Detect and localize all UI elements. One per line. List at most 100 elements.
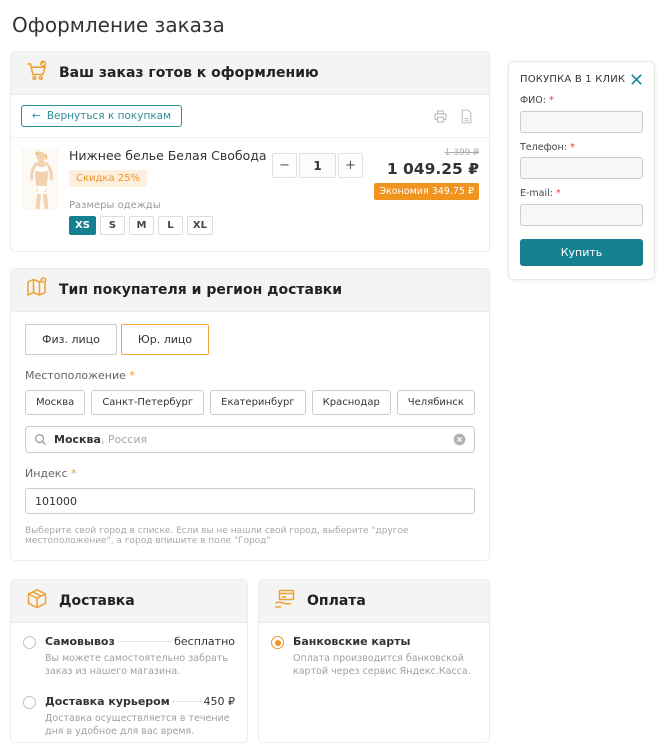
location-label-text: Местоположение (25, 369, 126, 382)
payment-card: Оплата Банковские карты Оплата производи… (258, 579, 490, 743)
document-actions (432, 108, 475, 125)
parcel-box-icon (25, 587, 49, 615)
product-info: Нижнее белье Белая Свобода Скидка 25% Ра… (69, 148, 272, 235)
dotted-leader (173, 701, 201, 702)
delivery-card: Доставка Самовывоз бесплатно Вы можете с… (10, 579, 248, 743)
delivery-option-courier: Доставка курьером 450 ₽ Доставка осущест… (11, 683, 247, 743)
courier-label[interactable]: Доставка курьером (45, 695, 170, 708)
product-image[interactable] (21, 148, 59, 235)
print-icon[interactable] (432, 108, 449, 125)
discount-badge: Скидка 25% (69, 170, 147, 187)
delivery-option-pickup: Самовывоз бесплатно Вы можете самостояте… (11, 623, 247, 683)
email-required-mark: * (556, 188, 561, 199)
search-country-value: , Россия (101, 433, 147, 446)
order-card-title: Ваш заказ готов к оформлению (59, 65, 319, 81)
tab-individual[interactable]: Физ. лицо (25, 324, 117, 355)
fio-required-mark: * (549, 95, 554, 106)
region-card-title: Тип покупателя и регион доставки (59, 282, 342, 298)
size-chip-s[interactable]: S (100, 216, 125, 235)
product-row: Нижнее белье Белая Свобода Скидка 25% Ра… (11, 138, 489, 251)
city-chip-ekaterinburg[interactable]: Екатеринбург (210, 390, 306, 415)
search-icon (34, 433, 47, 446)
dotted-leader (118, 641, 171, 642)
card-in-hand-icon (273, 587, 297, 615)
size-chip-xs[interactable]: XS (69, 216, 96, 235)
quick-buy-title: ПОКУПКА В 1 КЛИК (520, 74, 625, 85)
back-to-shopping-button[interactable]: ← Вернуться к покупкам (21, 105, 182, 127)
pickup-label[interactable]: Самовывоз (45, 635, 115, 648)
payment-card-title: Оплата (307, 593, 366, 609)
search-value: Москва, Россия (54, 433, 147, 446)
city-search-input[interactable]: Москва, Россия (25, 426, 475, 453)
postal-index-input[interactable] (25, 488, 475, 514)
clear-search-icon[interactable] (453, 433, 466, 446)
email-input[interactable] (520, 204, 643, 226)
bank-cards-radio[interactable] (271, 636, 284, 649)
buy-button[interactable]: Купить (520, 239, 643, 266)
index-required-mark: * (71, 467, 77, 480)
quantity-decrease-button[interactable]: − (272, 153, 297, 178)
courier-description: Доставка осуществляется в течение дня в … (45, 712, 235, 743)
bank-cards-label[interactable]: Банковские карты (293, 635, 410, 648)
pickup-price: бесплатно (174, 635, 235, 648)
phone-input[interactable] (520, 157, 643, 179)
city-help-text: Выберите свой город в списке. Если вы не… (25, 526, 475, 546)
index-label: Индекс * (25, 467, 475, 480)
location-label: Местоположение * (25, 369, 475, 382)
courier-option-body: Доставка курьером 450 ₽ Доставка осущест… (45, 695, 235, 743)
city-chip-krasnodar[interactable]: Краснодар (312, 390, 391, 415)
savings-badge: Экономия 349.75 ₽ (374, 183, 479, 200)
city-chip-spb[interactable]: Санкт-Петербург (91, 390, 204, 415)
pickup-description: Вы можете самостоятельно забрать заказ и… (45, 652, 235, 683)
phone-required-mark: * (570, 142, 575, 153)
size-chip-m[interactable]: M (129, 216, 154, 235)
city-chip-chelyabinsk[interactable]: Челябинск (397, 390, 475, 415)
bank-cards-description: Оплата производится банковской картой че… (293, 652, 477, 683)
order-card-header: Ваш заказ готов к оформлению (11, 52, 489, 95)
pickup-radio[interactable] (23, 636, 36, 649)
region-card-header: Тип покупателя и регион доставки (11, 269, 489, 312)
current-price: 1 049.25 ₽ (373, 160, 479, 178)
product-name-link[interactable]: Нижнее белье Белая Свобода (69, 148, 272, 163)
courier-radio[interactable] (23, 696, 36, 709)
tab-legal-entity[interactable]: Юр. лицо (121, 324, 209, 355)
index-label-text: Индекс (25, 467, 68, 480)
main-column: Ваш заказ готов к оформлению ← Вернуться… (10, 51, 490, 743)
fio-label-text: ФИО: (520, 95, 546, 106)
back-arrow-icon: ← (32, 110, 41, 122)
quantity-increase-button[interactable]: + (338, 153, 363, 178)
region-body: Физ. лицо Юр. лицо Местоположение * Моск… (11, 312, 489, 560)
back-button-label: Вернуться к покупкам (47, 110, 171, 122)
region-card: Тип покупателя и регион доставки Физ. ли… (10, 268, 490, 561)
city-chips: Москва Санкт-Петербург Екатеринбург Крас… (25, 390, 475, 415)
page-title: Оформление заказа (12, 13, 664, 37)
old-price: 1 399 ₽ (373, 148, 479, 158)
size-chip-l[interactable]: L (158, 216, 183, 235)
courier-price: 450 ₽ (204, 695, 236, 708)
order-toolbar: ← Вернуться к покупкам (11, 95, 489, 138)
phone-label: Телефон: * (520, 142, 643, 153)
size-chip-xl[interactable]: XL (187, 216, 213, 235)
save-document-icon[interactable] (458, 108, 475, 125)
courier-option-line: Доставка курьером 450 ₽ (45, 695, 235, 708)
delivery-card-header: Доставка (11, 580, 247, 623)
delivery-card-title: Доставка (59, 593, 135, 609)
email-label: E-mail: * (520, 188, 643, 199)
size-chips: XS S M L XL (69, 216, 272, 235)
search-city-value: Москва (54, 433, 101, 446)
city-chip-moscow[interactable]: Москва (25, 390, 85, 415)
quick-buy-header: ПОКУПКА В 1 КЛИК (520, 73, 643, 86)
order-card: Ваш заказ готов к оформлению ← Вернуться… (10, 51, 490, 252)
quick-buy-panel: ПОКУПКА В 1 КЛИК ФИО: * Телефон: * E-mai… (508, 61, 655, 280)
location-required-mark: * (129, 369, 135, 382)
bank-cards-option-line: Банковские карты (293, 635, 477, 648)
pickup-option-line: Самовывоз бесплатно (45, 635, 235, 648)
quantity-value[interactable]: 1 (299, 153, 336, 178)
cart-check-icon (25, 59, 49, 87)
fio-label: ФИО: * (520, 95, 643, 106)
close-icon[interactable] (630, 73, 643, 86)
fio-input[interactable] (520, 111, 643, 133)
bank-cards-option-body: Банковские карты Оплата производится бан… (293, 635, 477, 683)
quantity-stepper: − 1 + (272, 153, 363, 178)
map-icon (25, 276, 49, 304)
